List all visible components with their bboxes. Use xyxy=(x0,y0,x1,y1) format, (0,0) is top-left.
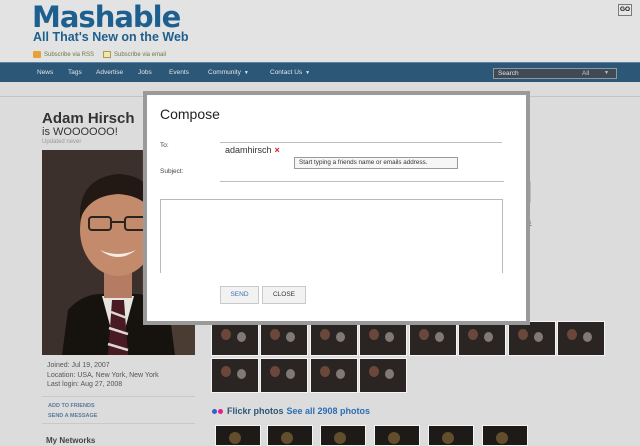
photo-thumbnail[interactable] xyxy=(557,321,605,356)
see-all-photos-link[interactable]: See all 2908 photos xyxy=(287,406,371,416)
profile-updated: Updated never xyxy=(42,139,82,145)
photo-thumbnail[interactable] xyxy=(260,358,308,393)
chevron-down-icon: ▼ xyxy=(604,70,609,76)
subscribe-rss-label: Subscribe via RSS xyxy=(44,52,95,59)
send-message-link[interactable]: SEND A MESSAGE xyxy=(48,413,97,419)
main-nav: News Tags Advertise Jobs Events Communit… xyxy=(0,62,640,82)
profile-last-login: Last login: Aug 27, 2008 xyxy=(47,381,123,388)
nav-item-news[interactable]: News xyxy=(37,69,53,76)
chevron-down-icon: ▼ xyxy=(305,70,311,76)
flickr-thumbnail[interactable] xyxy=(320,425,366,446)
photo-thumbnail[interactable] xyxy=(260,321,308,356)
subject-input[interactable] xyxy=(220,171,504,182)
flickr-icon xyxy=(212,409,217,415)
photo-thumbnail[interactable] xyxy=(359,321,407,356)
close-button[interactable]: CLOSE xyxy=(262,286,306,304)
chevron-down-icon: ▼ xyxy=(243,70,249,76)
compose-title: Compose xyxy=(160,106,220,122)
profile-joined: Joined: Jul 19, 2007 xyxy=(47,362,110,369)
photo-thumbnail[interactable] xyxy=(359,358,407,393)
search-go-button[interactable]: GO xyxy=(618,4,632,16)
my-networks-heading: My Networks xyxy=(46,436,96,445)
nav-contact-label: Contact Us xyxy=(270,69,303,76)
subscribe-email-link[interactable]: Subscribe via email xyxy=(103,51,166,58)
rss-icon xyxy=(33,51,41,58)
photo-thumbnail[interactable] xyxy=(310,321,358,356)
recipient-hint-tooltip: Start typing a friends name or emails ad… xyxy=(294,157,458,169)
site-header: Mashable All That's New on the Web Subsc… xyxy=(0,0,640,62)
flickr-thumbnail[interactable] xyxy=(428,425,474,446)
photo-thumbnail[interactable] xyxy=(458,321,506,356)
nav-item-advertise[interactable]: Advertise xyxy=(96,69,123,76)
flickr-photos-heading: Flickr photos See all 2908 photos xyxy=(212,406,370,416)
send-button[interactable]: SEND xyxy=(220,286,259,304)
flickr-thumbnail[interactable] xyxy=(374,425,420,446)
profile-status: is WOOOOOO! xyxy=(42,126,118,138)
flickr-thumbnail[interactable] xyxy=(215,425,261,446)
flickr-icon-dot xyxy=(218,409,223,415)
site-tagline: All That's New on the Web xyxy=(33,30,189,44)
compose-dialog: Compose To: adamhirsch × Start typing a f… xyxy=(147,95,526,321)
site-logo[interactable]: Mashable xyxy=(32,0,181,34)
subscribe-rss-link[interactable]: Subscribe via RSS xyxy=(33,51,94,58)
photo-thumbnail[interactable] xyxy=(310,358,358,393)
subscribe-email-label: Subscribe via email xyxy=(114,52,167,59)
flickr-thumbnail[interactable] xyxy=(482,425,528,446)
divider xyxy=(42,423,195,424)
profile-name: Adam Hirsch xyxy=(42,110,135,127)
search-input[interactable]: Search All ▼ xyxy=(493,68,617,79)
nav-community-label: Community xyxy=(208,69,241,76)
nav-item-tags[interactable]: Tags xyxy=(68,69,82,76)
remove-recipient-icon[interactable]: × xyxy=(275,145,280,155)
add-to-friends-link[interactable]: ADD TO FRIENDS xyxy=(48,403,95,409)
photo-thumbnail[interactable] xyxy=(211,358,259,393)
divider xyxy=(42,396,195,397)
nav-item-community[interactable]: Community ▼ xyxy=(208,69,249,76)
message-textarea[interactable] xyxy=(160,199,503,273)
recipient-name: adamhirsch xyxy=(225,145,272,155)
profile-location: Location: USA, New York, New York xyxy=(47,372,159,379)
nav-item-jobs[interactable]: Jobs xyxy=(138,69,152,76)
flickr-title: Flickr photos xyxy=(227,406,284,416)
flickr-thumbnail[interactable] xyxy=(267,425,313,446)
photo-thumbnail[interactable] xyxy=(211,321,259,356)
email-icon xyxy=(103,51,111,58)
photo-thumbnail[interactable] xyxy=(508,321,556,356)
search-scope-select[interactable]: All xyxy=(582,70,589,77)
subject-label: Subject: xyxy=(160,168,184,175)
recipient-token: adamhirsch × xyxy=(225,145,280,155)
to-label: To: xyxy=(160,142,169,149)
nav-item-contact[interactable]: Contact Us ▼ xyxy=(270,69,310,76)
nav-item-events[interactable]: Events xyxy=(169,69,189,76)
search-placeholder: Search xyxy=(498,70,519,77)
photo-thumbnail[interactable] xyxy=(409,321,457,356)
